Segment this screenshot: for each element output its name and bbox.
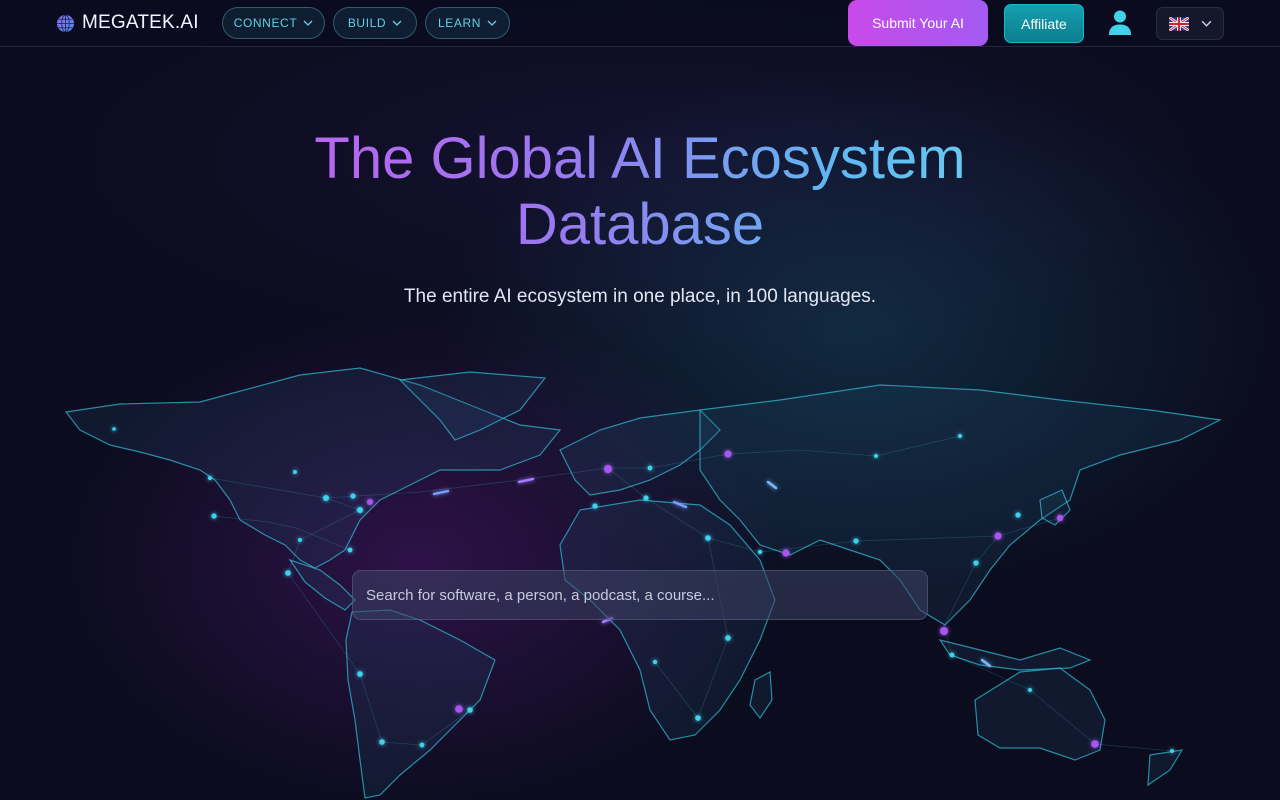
nav-learn-button[interactable]: LEARN bbox=[425, 7, 510, 39]
brand-logo[interactable]: MEGATEK.AI bbox=[56, 12, 199, 34]
page-title: The Global AI Ecosystem Database bbox=[240, 126, 1040, 258]
nav-build-label: BUILD bbox=[347, 16, 387, 30]
uk-flag-icon bbox=[1168, 16, 1189, 31]
chevron-down-icon bbox=[487, 20, 497, 26]
page-subtitle: The entire AI ecosystem in one place, in… bbox=[403, 286, 877, 307]
nav-learn-label: LEARN bbox=[437, 16, 481, 30]
nav-connect-button[interactable]: CONNECT bbox=[222, 7, 325, 39]
nav-connect-label: CONNECT bbox=[233, 16, 298, 30]
top-navigation-bar: MEGATEK.AI CONNECT BUILD LEARN Submit Yo… bbox=[0, 0, 1280, 47]
global-search-input[interactable] bbox=[352, 570, 928, 620]
globe-icon bbox=[56, 14, 75, 32]
user-icon[interactable] bbox=[1108, 9, 1132, 37]
nav-build-button[interactable]: BUILD bbox=[333, 7, 417, 39]
chevron-down-icon bbox=[392, 20, 402, 26]
affiliate-button[interactable]: Affiliate bbox=[1004, 4, 1084, 43]
language-selector[interactable] bbox=[1156, 7, 1224, 40]
submit-your-ai-button[interactable]: Submit Your AI bbox=[848, 0, 988, 46]
logo-text: MEGATEK.AI bbox=[82, 12, 199, 33]
chevron-down-icon bbox=[303, 20, 313, 26]
chevron-down-icon bbox=[1201, 20, 1211, 27]
